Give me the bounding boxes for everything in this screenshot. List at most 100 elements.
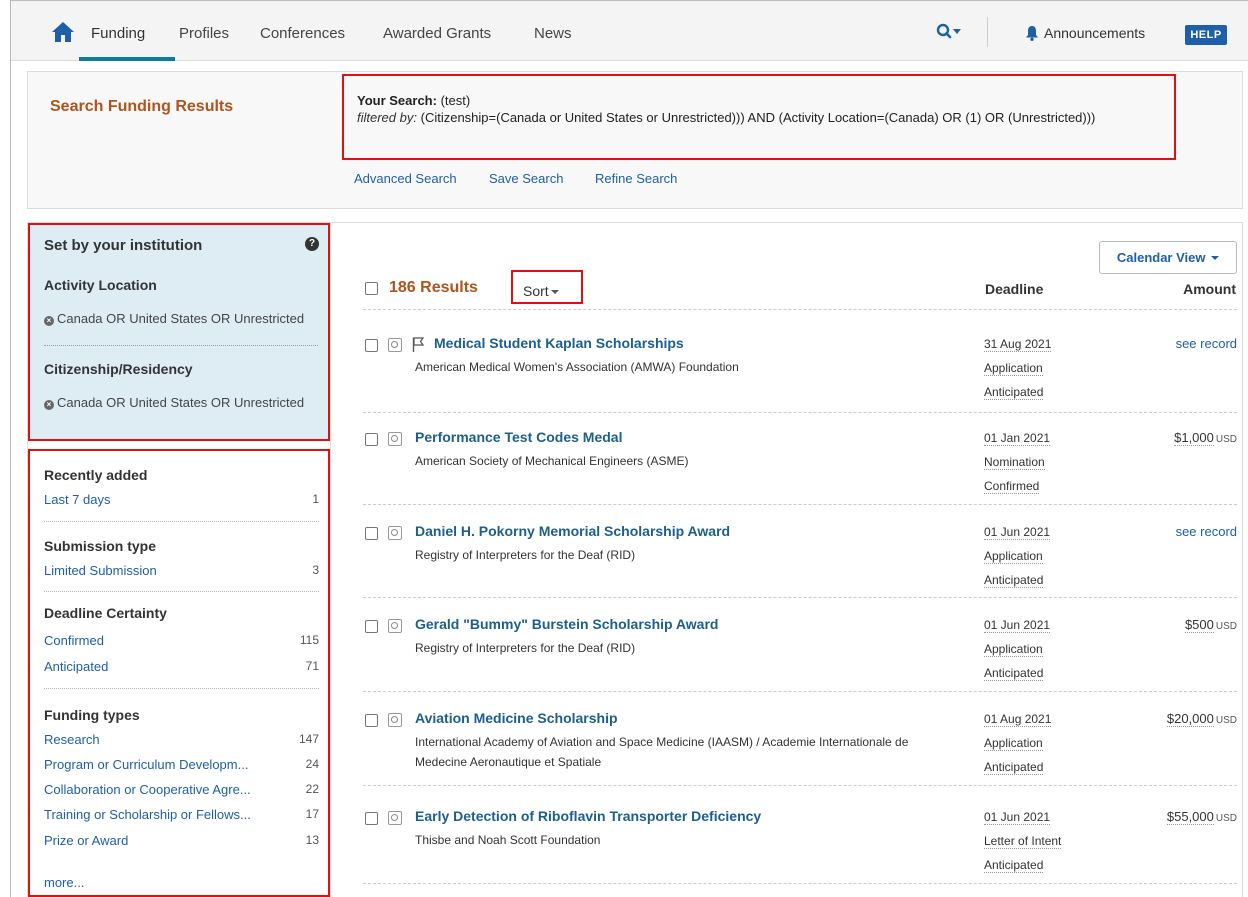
more-facets-link[interactable]: more... — [44, 875, 84, 890]
citizenship-title: Citizenship/Residency — [44, 361, 193, 377]
amount-link[interactable]: see record — [1176, 524, 1237, 539]
amount-value: $20,000 USD — [1166, 711, 1237, 727]
deadline-type: Letter of Intent — [984, 834, 1062, 849]
result-title-link[interactable]: Aviation Medicine Scholarship — [415, 710, 618, 726]
preview-icon[interactable] — [388, 432, 402, 446]
facet-count: 22 — [305, 782, 319, 796]
amount-value: $55,000 USD — [1166, 809, 1237, 825]
facet-confirmed[interactable]: Confirmed 115 — [44, 633, 319, 651]
facet-label[interactable]: Research — [44, 732, 100, 747]
facet-label[interactable]: Collaboration or Cooperative Agre... — [44, 782, 251, 797]
row-checkbox[interactable] — [365, 812, 378, 825]
question-icon[interactable]: ? — [305, 237, 319, 251]
facet-anticipated[interactable]: Anticipated 71 — [44, 659, 319, 677]
result-org: Registry of Interpreters for the Deaf (R… — [415, 548, 636, 562]
facet-label[interactable]: Program or Curriculum Developm... — [44, 757, 248, 772]
result-title-link[interactable]: Early Detection of Riboflavin Transporte… — [415, 808, 761, 824]
row-checkbox[interactable] — [365, 433, 378, 446]
top-nav: Funding Profiles Conferences Awarded Gra… — [11, 1, 1248, 61]
facet-research[interactable]: Research 147 — [44, 732, 319, 750]
preview-icon[interactable] — [388, 526, 402, 540]
help-button[interactable]: HELP — [1185, 25, 1227, 45]
facet-collaboration[interactable]: Collaboration or Cooperative Agre... 22 — [44, 782, 319, 800]
amount-link[interactable]: see record — [1176, 336, 1237, 351]
row-checkbox[interactable] — [365, 620, 378, 633]
select-all-checkbox[interactable] — [365, 282, 378, 295]
nav-funding[interactable]: Funding — [91, 25, 145, 42]
remove-filter-icon[interactable]: × — [44, 400, 54, 410]
amount-column-header[interactable]: Amount — [1183, 281, 1236, 297]
facet-limited-submission[interactable]: Limited Submission 3 — [44, 563, 319, 581]
deadline-column-header[interactable]: Deadline — [985, 281, 1043, 297]
row-checkbox[interactable] — [365, 339, 378, 352]
refine-search-link[interactable]: Refine Search — [595, 171, 677, 186]
facet-count: 24 — [305, 757, 319, 771]
result-org: American Medical Women's Association (AM… — [415, 360, 739, 374]
facet-label[interactable]: Training or Scholarship or Fellows... — [44, 807, 251, 822]
facet-program-curriculum[interactable]: Program or Curriculum Developm... 24 — [44, 757, 319, 775]
divider — [363, 309, 1237, 310]
facet-label[interactable]: Confirmed — [44, 633, 104, 648]
deadline-status: Anticipated — [984, 385, 1044, 400]
deadline-status: Confirmed — [984, 479, 1040, 494]
deadline-type: Nomination — [984, 455, 1045, 470]
search-summary: Your Search: (test) filtered by: (Citize… — [342, 74, 1176, 160]
advanced-search-link[interactable]: Advanced Search — [354, 171, 457, 186]
facet-count: 17 — [305, 807, 319, 821]
result-title-link[interactable]: Performance Test Codes Medal — [415, 429, 622, 445]
facet-count: 115 — [299, 633, 319, 647]
nav-separator — [987, 17, 988, 47]
divider — [44, 688, 319, 689]
facet-training-scholarship[interactable]: Training or Scholarship or Fellows... 17 — [44, 807, 319, 825]
divider — [44, 591, 319, 592]
facet-label[interactable]: Anticipated — [44, 659, 108, 674]
remove-filter-icon[interactable]: × — [44, 316, 54, 326]
facet-count: 147 — [298, 732, 319, 746]
activity-location-title: Activity Location — [44, 277, 157, 293]
recently-added-title: Recently added — [44, 467, 148, 483]
preview-icon[interactable] — [388, 811, 402, 825]
save-search-link[interactable]: Save Search — [489, 171, 563, 186]
sort-dropdown[interactable]: Sort — [511, 270, 583, 304]
divider — [363, 691, 1237, 692]
facet-label[interactable]: Prize or Award — [44, 833, 128, 848]
citizenship-value: × Canada OR United States OR Unrestricted — [44, 395, 314, 411]
amount-value: $1,000 USD — [1174, 430, 1237, 446]
row-checkbox[interactable] — [365, 714, 378, 727]
home-icon[interactable] — [51, 21, 75, 43]
preview-icon[interactable] — [388, 619, 402, 633]
result-title-link[interactable]: Daniel H. Pokorny Memorial Scholarship A… — [415, 523, 730, 539]
search-label: Your Search: — [357, 93, 437, 108]
nav-news[interactable]: News — [534, 25, 572, 42]
filtered-label: filtered by: — [357, 110, 417, 125]
preview-icon[interactable] — [388, 338, 402, 352]
result-title-link[interactable]: Medical Student Kaplan Scholarships — [434, 335, 684, 351]
result-org: Thisbe and Noah Scott Foundation — [415, 833, 601, 847]
row-checkbox[interactable] — [365, 527, 378, 540]
deadline-date: 31 Aug 2021 — [984, 337, 1052, 352]
announcements-link[interactable]: Announcements — [1044, 25, 1145, 41]
search-value: (test) — [440, 93, 471, 108]
divider — [363, 504, 1237, 505]
calendar-view-button[interactable]: Calendar View — [1099, 241, 1237, 274]
facet-last-7-days[interactable]: Last 7 days 1 — [44, 492, 319, 510]
preview-icon[interactable] — [388, 713, 402, 727]
filtered-value: (Citizenship=(Canada or United States or… — [420, 110, 1096, 125]
bell-icon — [1026, 26, 1038, 41]
flag-icon[interactable] — [412, 337, 424, 352]
nav-profiles[interactable]: Profiles — [179, 25, 229, 42]
nav-conferences[interactable]: Conferences — [260, 25, 345, 42]
result-org: International Academy of Aviation and Sp… — [415, 735, 909, 769]
facet-label[interactable]: Last 7 days — [44, 492, 111, 507]
divider — [363, 883, 1237, 884]
nav-active-indicator — [79, 57, 175, 61]
calendar-view-label: Calendar View — [1116, 250, 1206, 265]
facet-prize-award[interactable]: Prize or Award 13 — [44, 833, 319, 851]
page-title: Search Funding Results — [50, 98, 234, 115]
caret-down-icon — [1211, 256, 1220, 260]
result-title-link[interactable]: Gerald "Bummy" Burstein Scholarship Awar… — [415, 616, 718, 632]
facet-label[interactable]: Limited Submission — [44, 563, 157, 578]
nav-awarded-grants[interactable]: Awarded Grants — [383, 25, 491, 42]
search-dropdown-icon[interactable] — [936, 23, 966, 41]
deadline-status: Anticipated — [984, 858, 1044, 873]
